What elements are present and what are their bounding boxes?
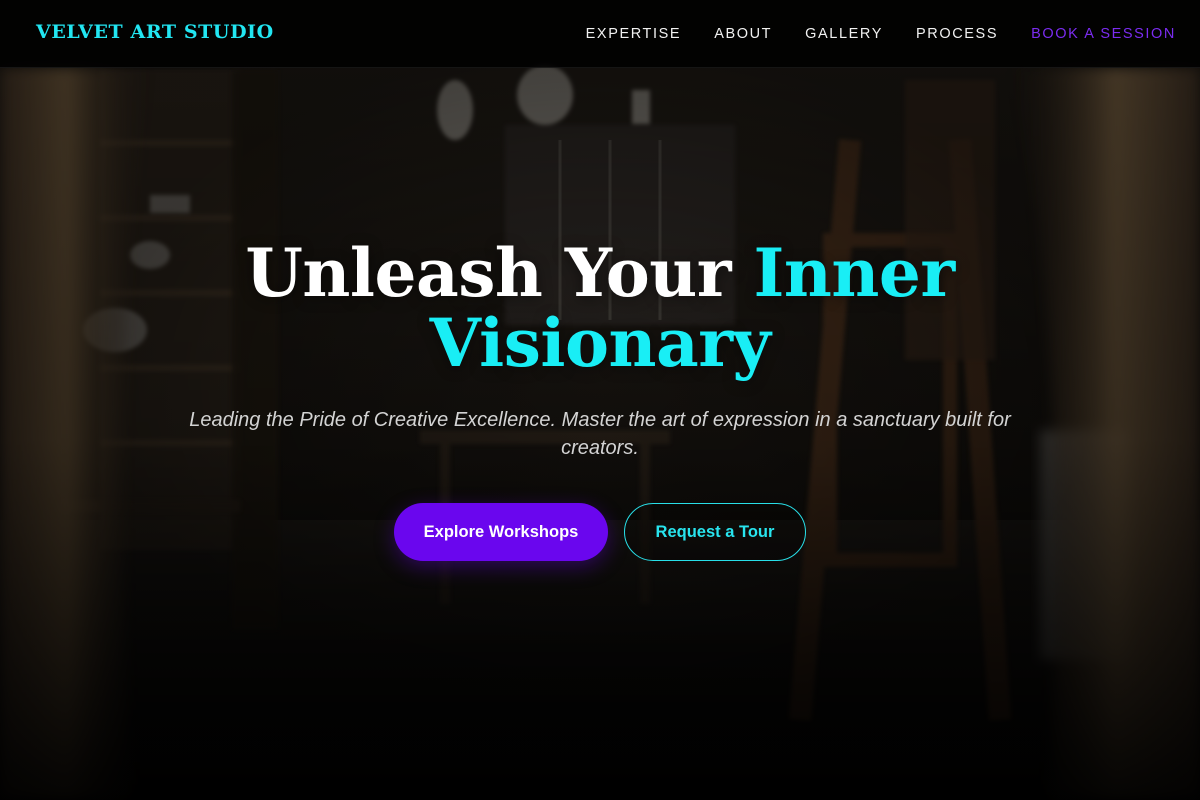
- hero-subtitle: Leading the Pride of Creative Excellence…: [189, 409, 1011, 459]
- explore-workshops-button[interactable]: Explore Workshops: [394, 503, 608, 561]
- nav-link-about[interactable]: ABOUT: [714, 26, 772, 42]
- landing-page: VELVET ART STUDIO EXPERTISE ABOUT GALLER…: [0, 0, 1200, 800]
- site-header: VELVET ART STUDIO EXPERTISE ABOUT GALLER…: [0, 0, 1200, 68]
- brand-logo[interactable]: VELVET ART STUDIO: [36, 21, 274, 43]
- nav-link-process[interactable]: PROCESS: [916, 26, 998, 42]
- hero-title-accent-inner: Inner: [753, 234, 956, 312]
- hero-overlay: [0, 0, 1200, 800]
- hero-title: Unleash Your Inner Visionary: [0, 238, 1200, 378]
- nav-link-gallery[interactable]: GALLERY: [805, 26, 883, 42]
- hero-title-plain: Unleash Your: [245, 234, 732, 312]
- request-tour-button[interactable]: Request a Tour: [624, 503, 806, 561]
- hero-title-accent-visionary: Visionary: [429, 304, 771, 382]
- nav-link-book-session[interactable]: BOOK A SESSION: [1031, 26, 1176, 42]
- nav-link-expertise[interactable]: EXPERTISE: [586, 26, 682, 42]
- main-nav: EXPERTISE ABOUT GALLERY PROCESS BOOK A S…: [553, 0, 1176, 68]
